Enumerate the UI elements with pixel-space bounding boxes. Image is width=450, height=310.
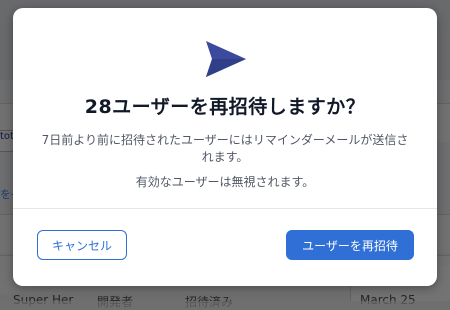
reinvite-users-button[interactable]: ユーザーを再招待 — [286, 230, 414, 260]
dialog-description: 7日前より前に招待されたユーザーにはリマインダーメールが送信されます。 — [41, 133, 409, 164]
dialog-note: 有効なユーザーは無視されます。 — [135, 175, 315, 189]
reinvite-dialog: 28ユーザーを再招待しますか？ 7日前より前に招待されたユーザーにはリマインダー… — [13, 8, 437, 286]
dialog-divider — [13, 208, 437, 209]
send-icon — [206, 41, 246, 77]
dialog-title: 28ユーザーを再招待しますか？ — [84, 96, 366, 118]
cancel-button[interactable]: キャンセル — [37, 230, 127, 260]
